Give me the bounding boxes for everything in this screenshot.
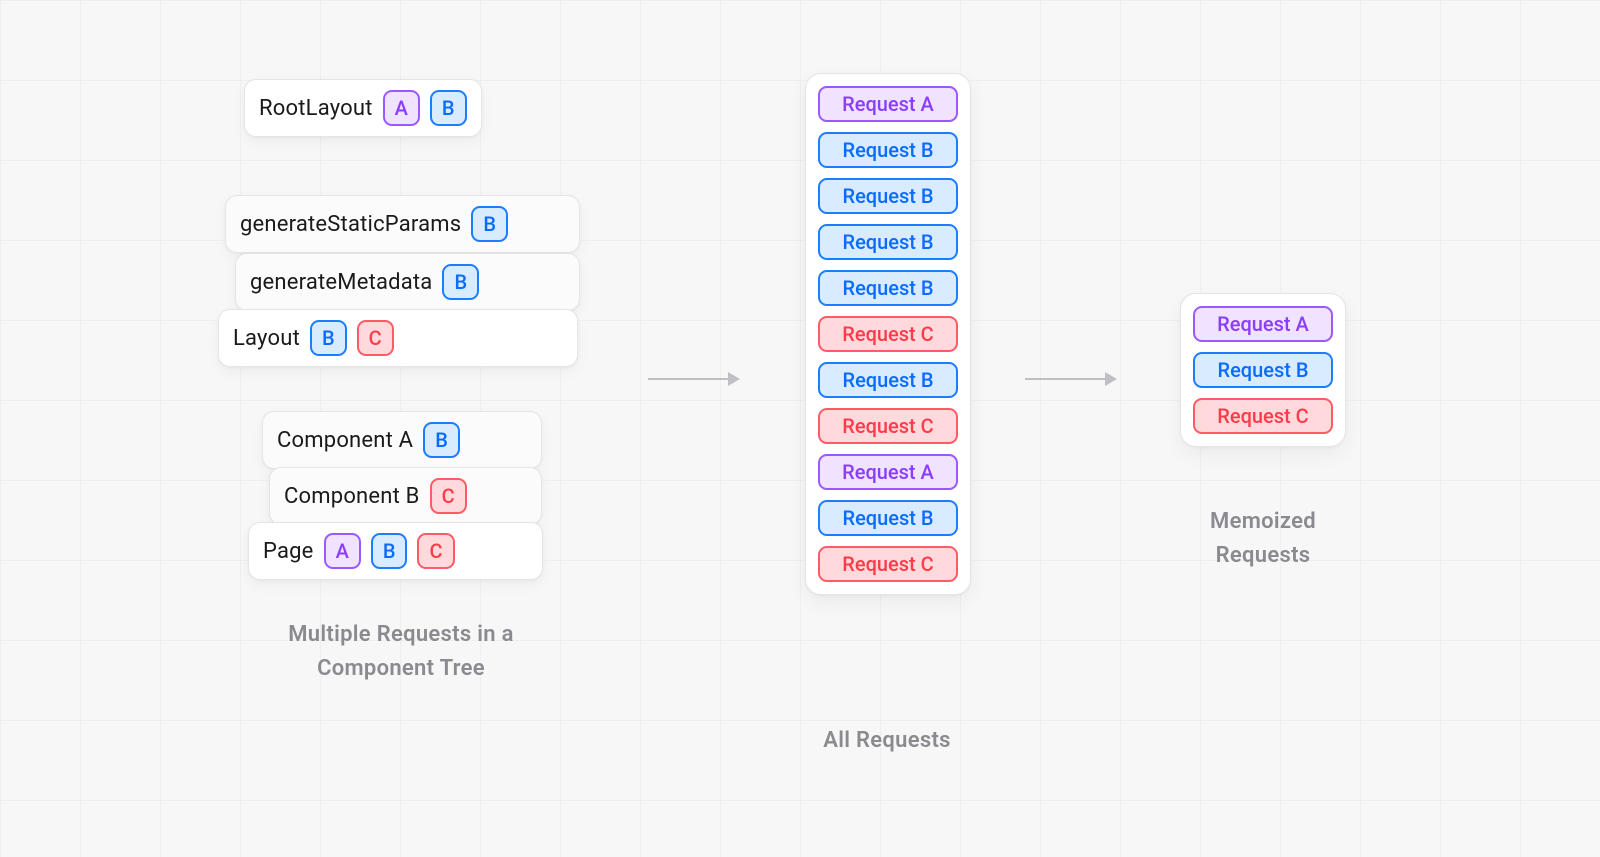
card-component-b: Component B C: [269, 467, 542, 525]
request-pill: Request A: [1193, 306, 1333, 342]
pill-B: B: [310, 320, 347, 356]
request-pill: Request A: [818, 86, 958, 122]
caption-center: All Requests: [802, 724, 972, 758]
pill-A: A: [383, 90, 420, 126]
caption-right-line1: Memoized: [1210, 509, 1316, 534]
card-component-a: Component A B: [262, 411, 542, 469]
label-gm: generateMetadata: [250, 270, 432, 295]
request-pill: Request C: [818, 408, 958, 444]
label-comp-b: Component B: [284, 484, 420, 509]
caption-left: Multiple Requests in a Component Tree: [246, 618, 556, 686]
request-pill: Request C: [818, 316, 958, 352]
request-pill: Request B: [818, 224, 958, 260]
label-layout: Layout: [233, 326, 300, 351]
panel-all-requests: Request A Request B Request B Request B …: [805, 73, 971, 595]
request-pill: Request C: [1193, 398, 1333, 434]
label-page: Page: [263, 539, 314, 564]
card-root-layout: RootLayout A B: [244, 79, 482, 137]
request-pill: Request B: [818, 270, 958, 306]
caption-right-line2: Requests: [1216, 543, 1311, 568]
request-pill: Request B: [1193, 352, 1333, 388]
pill-B: B: [471, 206, 508, 242]
label-gsp: generateStaticParams: [240, 212, 461, 237]
request-pill: Request C: [818, 546, 958, 582]
card-generate-metadata: generateMetadata B: [235, 253, 580, 311]
pill-B: B: [430, 90, 467, 126]
request-pill: Request B: [818, 132, 958, 168]
pill-A: A: [324, 533, 361, 569]
label-root-layout: RootLayout: [259, 96, 373, 121]
card-page: Page A B C: [248, 522, 543, 580]
request-pill: Request B: [818, 500, 958, 536]
caption-right: Memoized Requests: [1188, 505, 1338, 573]
pill-B: B: [423, 422, 460, 458]
request-pill: Request B: [818, 178, 958, 214]
arrow-icon: [1025, 378, 1115, 380]
caption-center-text: All Requests: [823, 728, 951, 753]
pill-B: B: [371, 533, 408, 569]
request-pill: Request B: [818, 362, 958, 398]
pill-C: C: [417, 533, 454, 569]
pill-C: C: [430, 478, 467, 514]
arrow-icon: [648, 378, 738, 380]
request-pill: Request A: [818, 454, 958, 490]
label-comp-a: Component A: [277, 428, 413, 453]
caption-left-line2: Component Tree: [317, 656, 485, 681]
pill-B: B: [442, 264, 479, 300]
caption-left-line1: Multiple Requests in a: [288, 622, 513, 647]
card-layout: Layout B C: [218, 309, 578, 367]
pill-C: C: [357, 320, 394, 356]
panel-memoized-requests: Request A Request B Request C: [1180, 293, 1346, 447]
card-generate-static-params: generateStaticParams B: [225, 195, 580, 253]
